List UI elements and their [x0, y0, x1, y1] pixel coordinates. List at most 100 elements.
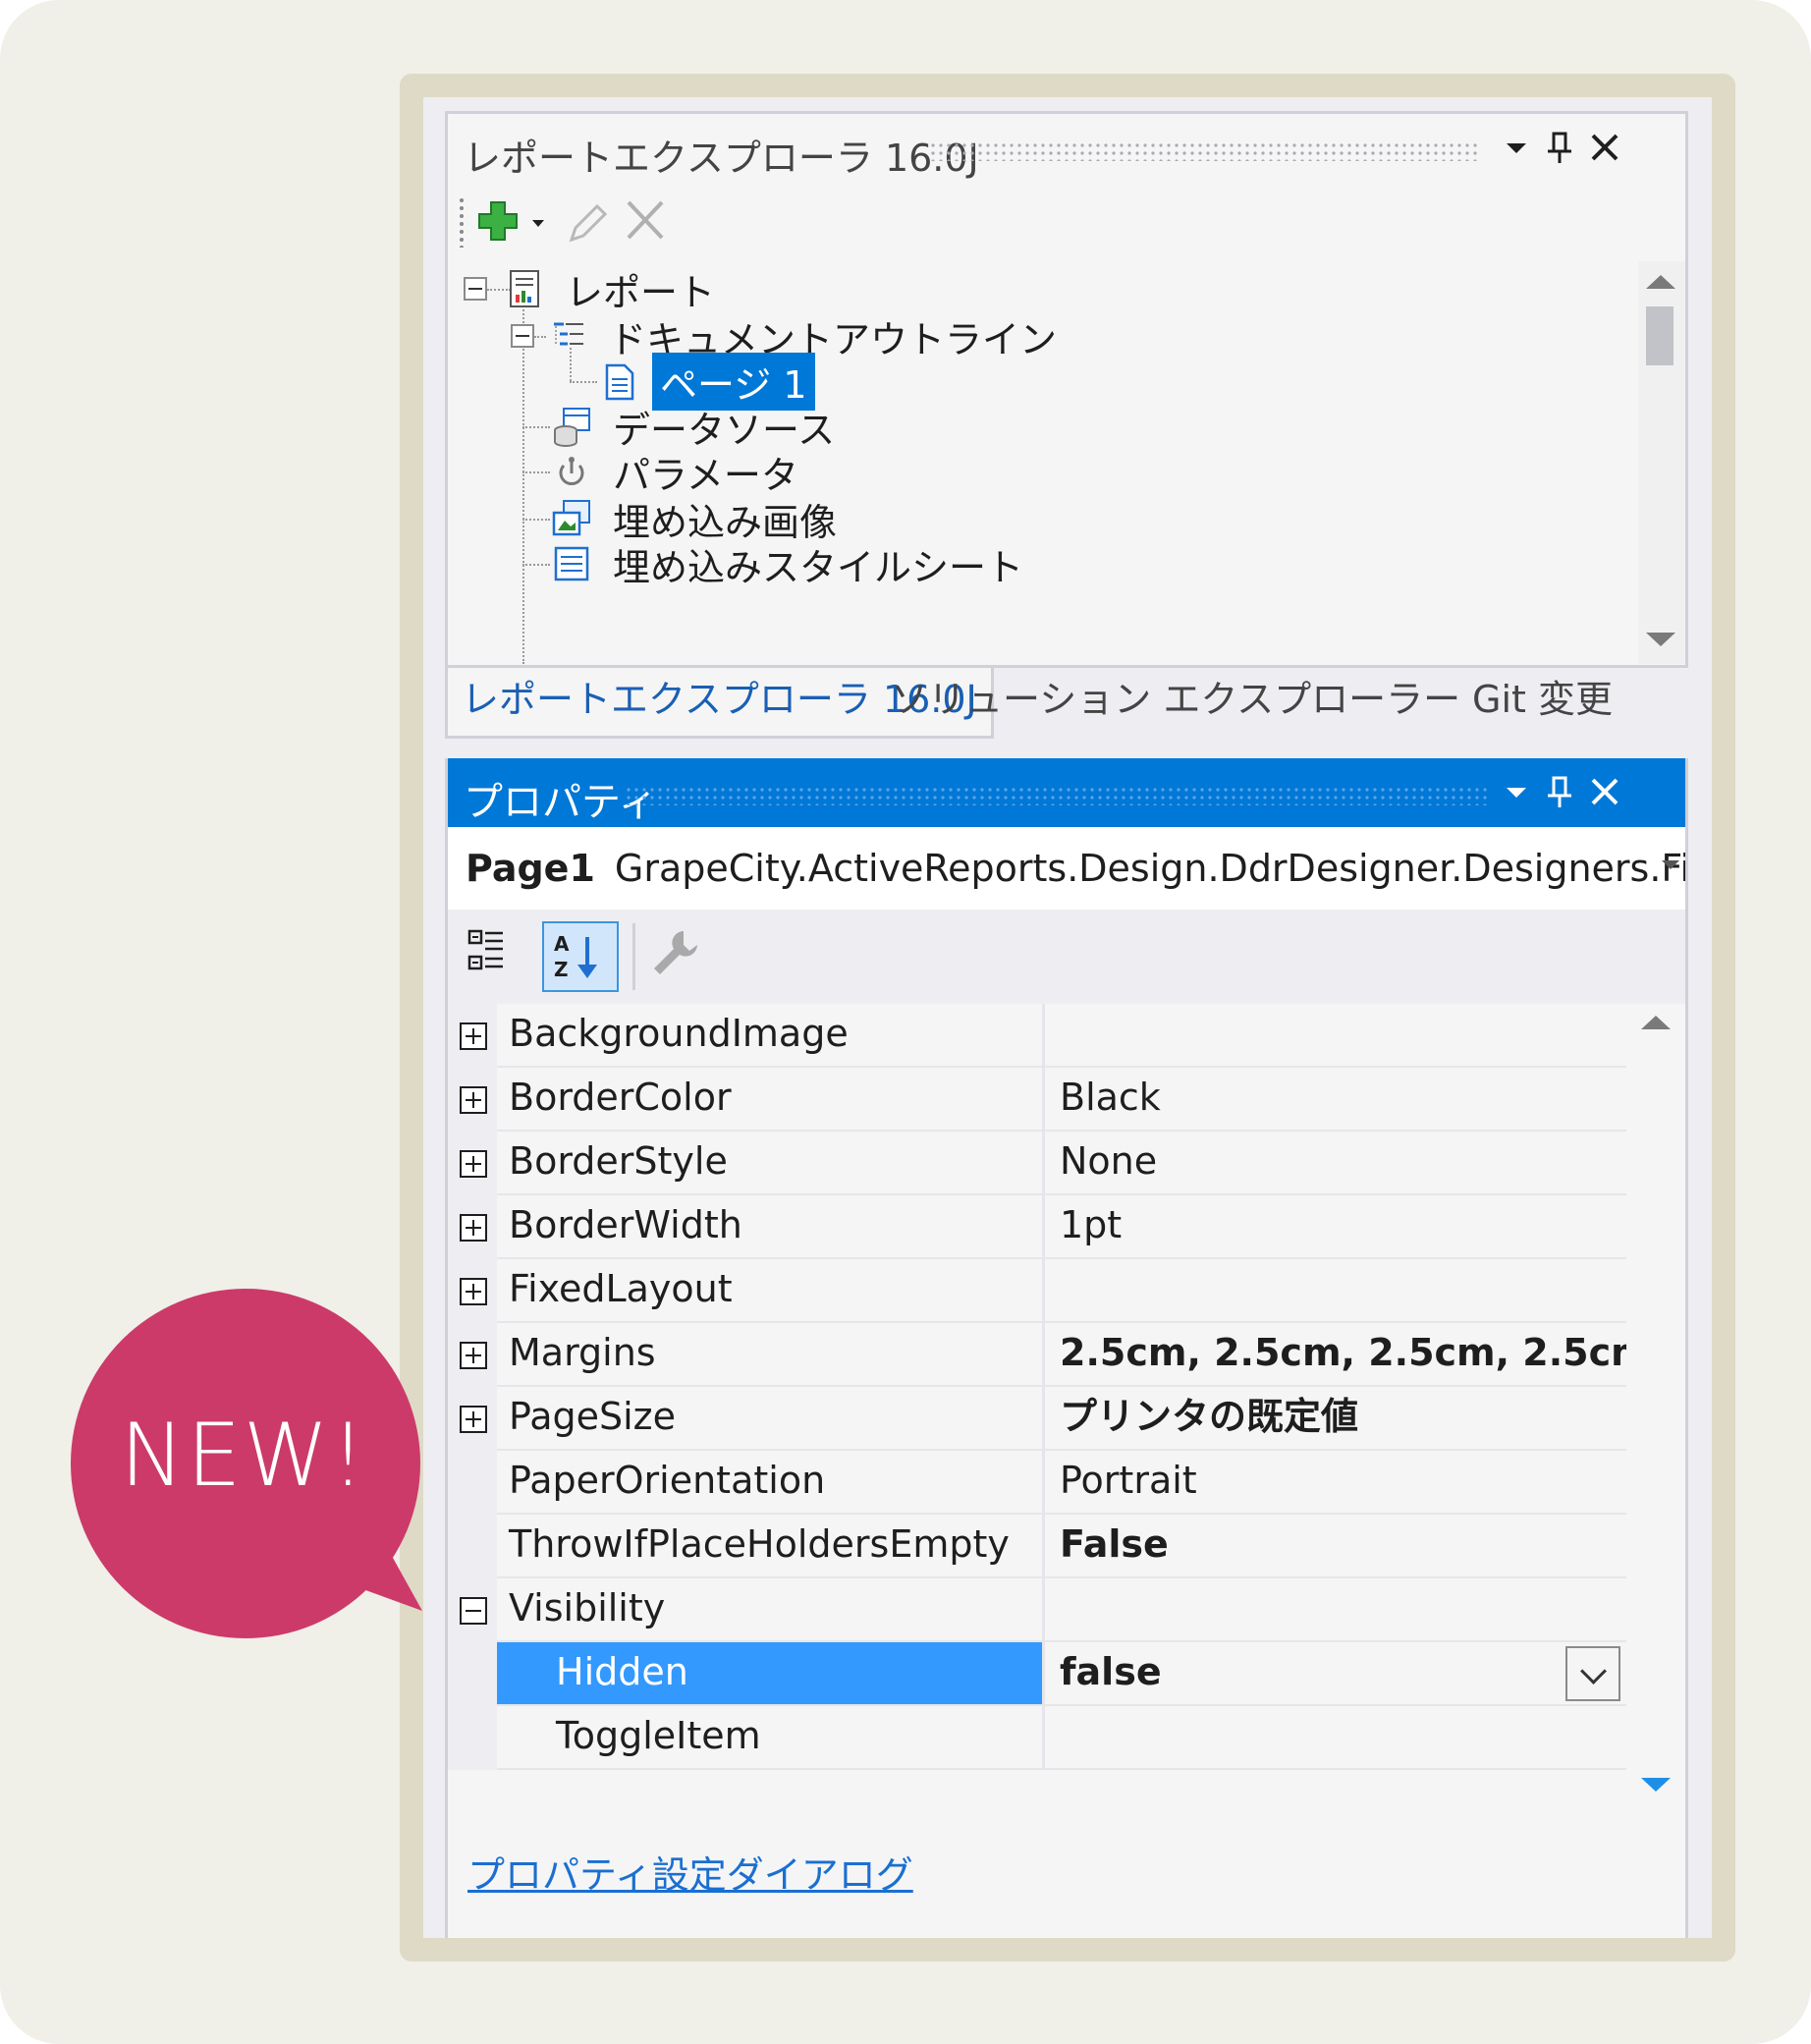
- tree-scrollbar[interactable]: [1638, 261, 1685, 664]
- add-button[interactable]: [477, 194, 556, 249]
- titlebar-grip: [625, 786, 1489, 805]
- property-row-toggleitem[interactable]: ToggleItem: [448, 1706, 1626, 1770]
- property-name[interactable]: PaperOrientation: [497, 1451, 1045, 1513]
- object-type: GrapeCity.ActiveReports.Design.DdrDesign…: [614, 847, 1685, 890]
- embedded-stylesheet-icon: [554, 546, 589, 581]
- property-name[interactable]: ToggleItem: [497, 1706, 1045, 1768]
- scroll-thumb[interactable]: [1646, 306, 1674, 365]
- property-name[interactable]: Visibility: [497, 1578, 1045, 1640]
- object-selector[interactable]: Page1 GrapeCity.ActiveReports.Design.Ddr…: [448, 827, 1685, 910]
- property-value[interactable]: プリンタの既定値: [1048, 1387, 1626, 1449]
- scroll-down-icon[interactable]: [1646, 633, 1675, 646]
- property-value[interactable]: false: [1048, 1642, 1626, 1704]
- scroll-up-icon[interactable]: [1641, 1016, 1671, 1029]
- window-position-dropdown[interactable]: [1495, 126, 1538, 169]
- pin-icon: [1548, 132, 1571, 163]
- scroll-down-icon[interactable]: [1641, 1778, 1671, 1792]
- close-icon: [1591, 778, 1619, 805]
- object-name: Page1: [466, 847, 595, 890]
- property-row-hidden[interactable]: Hidden false: [448, 1642, 1626, 1706]
- property-row-margins[interactable]: Margins 2.5cm, 2.5cm, 2.5cm, 2.5cm: [448, 1323, 1650, 1387]
- ide-window: レポートエクスプローラ 16.0J レポート ドキュメントアウトライン ページ …: [423, 97, 1712, 1938]
- property-value[interactable]: [1048, 1004, 1626, 1066]
- property-value[interactable]: [1048, 1578, 1626, 1640]
- expand-icon[interactable]: [460, 1150, 487, 1178]
- tab-solution-explorer[interactable]: ソリューション エクスプローラー: [877, 668, 1474, 739]
- pin-button[interactable]: [1538, 770, 1581, 813]
- property-row-borderwidth[interactable]: BorderWidth 1pt: [448, 1195, 1626, 1259]
- categorized-button[interactable]: [462, 921, 538, 992]
- property-row-fixedlayout[interactable]: FixedLayout: [448, 1259, 1626, 1323]
- property-name[interactable]: PageSize: [497, 1387, 1045, 1449]
- property-row-throwifplaceholdersempty[interactable]: ThrowIfPlaceHoldersEmpty False: [448, 1515, 1626, 1578]
- expand-icon[interactable]: [460, 1086, 487, 1114]
- property-pages-button[interactable]: [640, 921, 717, 992]
- svg-text:A: A: [554, 932, 570, 956]
- property-name[interactable]: FixedLayout: [497, 1259, 1045, 1321]
- property-value[interactable]: Portrait: [1048, 1451, 1626, 1513]
- dropdown-arrow-icon: [1507, 788, 1526, 798]
- scroll-up-icon[interactable]: [1646, 275, 1675, 289]
- close-button[interactable]: [1583, 770, 1626, 813]
- property-value[interactable]: 2.5cm, 2.5cm, 2.5cm, 2.5cm: [1048, 1323, 1650, 1385]
- property-name[interactable]: Hidden: [497, 1642, 1045, 1704]
- categorized-icon: [467, 929, 503, 970]
- property-value[interactable]: [1048, 1706, 1626, 1768]
- expand-icon[interactable]: [460, 1022, 487, 1050]
- delete-icon: [627, 200, 664, 240]
- new-badge: NEW!: [69, 1287, 481, 1640]
- property-value[interactable]: Black: [1048, 1068, 1626, 1130]
- property-settings-dialog-link[interactable]: プロパティ設定ダイアログ: [467, 1845, 913, 1899]
- property-value[interactable]: False: [1048, 1515, 1626, 1576]
- parameter-icon: [559, 457, 584, 485]
- document-outline-icon: [554, 322, 583, 346]
- property-value[interactable]: [1048, 1259, 1626, 1321]
- window-position-dropdown[interactable]: [1495, 770, 1538, 813]
- delete-button[interactable]: [617, 194, 676, 249]
- property-row-visibility[interactable]: Visibility: [448, 1578, 1626, 1642]
- report-explorer-panel: レポートエクスプローラ 16.0J レポート ドキュメントアウトライン ページ …: [445, 111, 1688, 668]
- property-value[interactable]: 1pt: [1048, 1195, 1626, 1257]
- chevron-down-icon: [1662, 860, 1679, 869]
- report-icon: [510, 270, 539, 307]
- property-row-bordercolor[interactable]: BorderColor Black: [448, 1068, 1626, 1132]
- collapse-outline-toggle[interactable]: [511, 324, 534, 348]
- property-row-paperorientation[interactable]: PaperOrientation Portrait: [448, 1451, 1626, 1515]
- close-button[interactable]: [1583, 126, 1626, 169]
- property-grid: BackgroundImage BorderColor Black BorderSty…: [448, 1004, 1650, 1778]
- pin-icon: [1548, 776, 1571, 807]
- property-row-pagesize[interactable]: PageSize プリンタの既定値: [448, 1387, 1626, 1451]
- titlebar-grip: [929, 141, 1479, 161]
- row-gutter: [448, 1706, 497, 1770]
- property-row-borderstyle[interactable]: BorderStyle None: [448, 1132, 1626, 1195]
- value-dropdown-button[interactable]: [1565, 1646, 1620, 1701]
- new-badge-text: NEW!: [120, 1405, 367, 1506]
- property-name[interactable]: BorderColor: [497, 1068, 1045, 1130]
- scroll-thumb[interactable]: [1626, 1004, 1654, 1656]
- property-name[interactable]: BackgroundImage: [497, 1004, 1045, 1066]
- edit-button[interactable]: [558, 194, 617, 249]
- property-value[interactable]: None: [1048, 1132, 1626, 1193]
- alphabetical-button[interactable]: A Z: [542, 921, 619, 992]
- tree-item-label: 埋め込みスタイルシート: [613, 545, 1024, 589]
- properties-toolbar: A Z: [448, 910, 1685, 1004]
- property-name[interactable]: ThrowIfPlaceHoldersEmpty: [497, 1515, 1045, 1576]
- pin-button[interactable]: [1538, 126, 1581, 169]
- property-scrollbar[interactable]: [1626, 1004, 1685, 1809]
- property-row-backgroundimage[interactable]: BackgroundImage: [448, 1004, 1626, 1068]
- property-name[interactable]: BorderWidth: [497, 1195, 1045, 1257]
- report-tree: レポート ドキュメントアウトライン ページ 1 データソース パラメータ 埋め込…: [448, 261, 1685, 664]
- panel-tabs: レポートエクスプローラ 16.0J ソリューション エクスプローラー Git 変…: [445, 668, 1688, 739]
- sort-alphabetical-icon: A Z: [554, 932, 597, 981]
- tree-item-embedded-stylesheets[interactable]: 埋め込みスタイルシート: [550, 536, 1031, 591]
- properties-panel: プロパティ Page1 GrapeCity.ActiveReports.Desi…: [445, 758, 1688, 1938]
- collapse-report-toggle[interactable]: [464, 277, 487, 301]
- close-icon: [1591, 134, 1619, 161]
- property-name[interactable]: Margins: [497, 1323, 1045, 1385]
- tab-git-changes[interactable]: Git 変更: [1458, 668, 1626, 739]
- report-explorer-title: レポートエクスプローラ 16.0J: [464, 137, 979, 180]
- expand-icon[interactable]: [460, 1214, 487, 1242]
- toolbar-separator: [632, 923, 635, 990]
- embedded-image-icon: [552, 500, 590, 536]
- property-name[interactable]: BorderStyle: [497, 1132, 1045, 1193]
